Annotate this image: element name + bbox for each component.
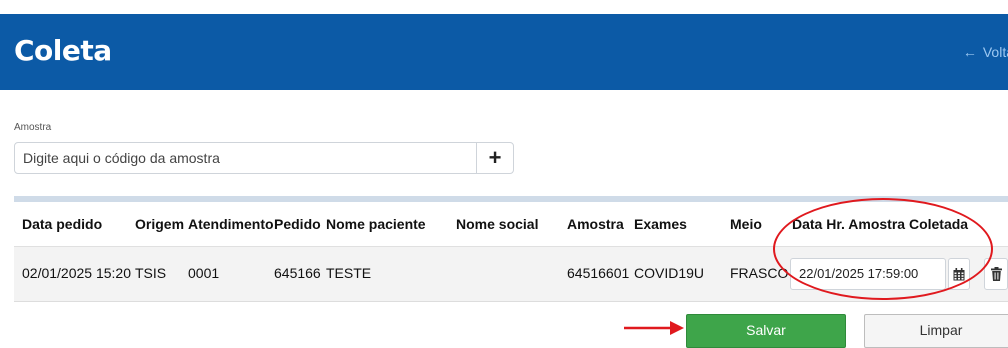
calendar-button[interactable]: [948, 258, 970, 290]
cell-data-pedido: 02/01/2025 15:20: [22, 265, 131, 281]
trash-icon: [990, 267, 1002, 281]
col-origem: Origem: [135, 216, 185, 232]
cell-nome-paciente: TESTE: [326, 265, 372, 281]
delete-button[interactable]: [984, 258, 1008, 290]
col-exames: Exames: [634, 216, 687, 232]
plus-icon: +: [488, 145, 502, 170]
col-amostra: Amostra: [567, 216, 624, 232]
col-nome-paciente: Nome paciente: [326, 216, 426, 232]
back-link[interactable]: ← Volta: [963, 44, 1008, 60]
col-meio: Meio: [730, 216, 762, 232]
cell-atendimento: 0001: [188, 265, 220, 281]
data-hr-coletada-input[interactable]: 22/01/2025 17:59:00: [790, 258, 946, 290]
cell-pedido: 645166: [274, 265, 321, 281]
table-header: Data pedido Origem Atendimento Pedido No…: [14, 202, 1008, 246]
col-pedido: Pedido: [274, 216, 321, 232]
col-data-pedido: Data pedido: [22, 216, 103, 232]
col-atendimento: Atendimento: [188, 216, 274, 232]
table-row: 02/01/2025 15:20 TSIS 0001 645166 TESTE …: [14, 246, 1008, 302]
cell-meio: FRASCO: [730, 265, 789, 281]
add-amostra-button[interactable]: +: [476, 143, 513, 173]
col-nome-social: Nome social: [456, 216, 539, 232]
calendar-icon: [953, 267, 965, 280]
page-header: Coleta ← Volta: [0, 14, 1008, 90]
cell-amostra: 64516601: [567, 265, 630, 281]
amostra-input-group: +: [14, 142, 514, 174]
amostra-label: Amostra: [14, 122, 52, 133]
col-data-hr: Data Hr. Amostra Coletada: [792, 216, 969, 232]
back-label: Volta: [982, 44, 1008, 60]
annotation-arrow: [624, 321, 684, 335]
cell-exames: COVID19U: [634, 265, 705, 281]
page-title: Coleta: [14, 34, 112, 67]
limpar-button[interactable]: Limpar: [864, 314, 1008, 348]
salvar-button[interactable]: Salvar: [686, 314, 846, 348]
amostra-input[interactable]: [15, 143, 477, 173]
arrow-left-icon: ←: [962, 44, 977, 60]
cell-origem: TSIS: [135, 265, 167, 281]
